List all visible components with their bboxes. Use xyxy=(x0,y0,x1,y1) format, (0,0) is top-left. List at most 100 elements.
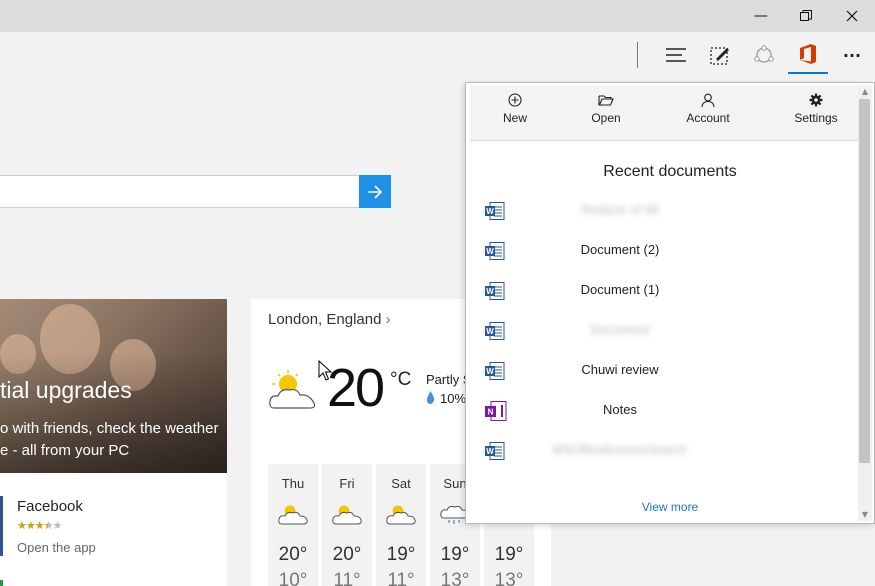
svg-text:W: W xyxy=(486,207,494,216)
plus-circle-icon xyxy=(508,93,522,107)
scroll-down-arrow[interactable]: ▼ xyxy=(858,509,872,521)
app-accent-bar xyxy=(0,496,3,556)
temperature-unit: °C xyxy=(390,369,412,390)
web-note-button[interactable] xyxy=(700,36,740,74)
forecast-low: 11° xyxy=(387,570,415,586)
list-item[interactable]: W Document (1) xyxy=(470,278,858,304)
account-label: Account xyxy=(686,111,730,125)
forecast-low: 13° xyxy=(494,570,524,586)
settings-label: Settings xyxy=(794,111,838,125)
partly-sunny-icon xyxy=(386,505,416,525)
document-name: Reduce of 96 xyxy=(581,202,659,217)
word-doc-icon: W xyxy=(485,282,505,300)
settings-button[interactable]: Settings xyxy=(790,93,842,135)
gear-icon xyxy=(809,93,823,107)
current-temperature: 20 xyxy=(327,358,385,418)
document-name: Document (2) xyxy=(580,242,660,257)
forecast-high: 19° xyxy=(386,544,416,565)
svg-text:W: W xyxy=(486,247,494,256)
forecast-day[interactable]: Sat 19° 11° xyxy=(376,464,426,586)
close-window-button[interactable] xyxy=(829,0,875,32)
close-icon xyxy=(846,10,858,22)
forecast-high: 19° xyxy=(440,544,470,565)
title-bar: — xyxy=(0,0,875,32)
forecast-high: 20° xyxy=(332,544,362,565)
onenote-doc-icon: N xyxy=(485,401,507,421)
office-button[interactable] xyxy=(788,36,828,74)
new-label: New xyxy=(502,111,527,125)
account-button[interactable]: Account xyxy=(682,93,734,135)
list-item[interactable]: W Reduce of 96 xyxy=(470,198,858,224)
forecast-low: 11° xyxy=(333,570,361,586)
browser-toolbar: ··· xyxy=(0,32,875,78)
search-submit-button[interactable] xyxy=(359,175,391,208)
scroll-up-arrow[interactable]: ▲ xyxy=(858,86,872,98)
list-item[interactable]: W Document xyxy=(470,318,858,344)
forecast-low: 10° xyxy=(278,570,308,586)
svg-text:N: N xyxy=(488,408,494,417)
word-doc-icon: W xyxy=(485,242,505,260)
list-item[interactable]: N Notes xyxy=(470,398,858,424)
minimize-icon: — xyxy=(754,8,768,24)
document-name: Document (1) xyxy=(580,282,660,297)
list-item[interactable]: W Document (2) xyxy=(470,238,858,264)
document-name: MSOfficelicenceSearch xyxy=(552,442,688,457)
news-subtitle-1: o with friends, check the weather xyxy=(0,420,219,437)
document-name: Notes xyxy=(603,402,637,417)
partly-sunny-icon xyxy=(269,370,316,409)
hub-icon xyxy=(666,48,686,62)
forecast-high: 20° xyxy=(278,544,308,565)
list-item[interactable]: W Chuwi review xyxy=(470,358,858,384)
word-doc-icon: W xyxy=(485,362,505,380)
list-item[interactable]: W MSOfficelicenceSearch xyxy=(470,438,858,464)
mouse-cursor-icon xyxy=(318,360,332,381)
weather-location[interactable]: London, England › xyxy=(268,311,391,328)
word-doc-icon: W xyxy=(485,442,505,460)
share-button[interactable] xyxy=(744,36,784,74)
app-rating: ★★★★★ ★★★★★ xyxy=(17,519,62,532)
star-rating-filled: ★★★★★ xyxy=(17,519,48,532)
restore-button[interactable] xyxy=(783,0,829,32)
search-input[interactable] xyxy=(0,175,360,208)
word-doc-icon: W xyxy=(485,202,505,220)
precipitation-chance: 10% xyxy=(440,391,467,406)
forecast-day-name: Sat xyxy=(391,476,411,491)
arrow-right-icon xyxy=(368,184,383,199)
forecast-day-name: Thu xyxy=(281,476,305,491)
forecast-day[interactable]: Fri 20° 11° xyxy=(322,464,372,586)
svg-text:W: W xyxy=(486,447,494,456)
web-note-icon xyxy=(710,47,729,65)
forecast-high: 19° xyxy=(494,544,524,565)
new-document-button[interactable]: New xyxy=(496,93,534,135)
more-button[interactable]: ··· xyxy=(832,36,872,74)
hub-button[interactable] xyxy=(656,36,696,74)
office-icon xyxy=(800,44,816,64)
svg-text:W: W xyxy=(486,287,494,296)
minimize-button[interactable]: — xyxy=(738,0,784,32)
view-more-link[interactable]: View more xyxy=(470,500,870,514)
app-name: Facebook xyxy=(17,498,83,515)
open-label: Open xyxy=(591,111,621,125)
open-document-button[interactable]: Open xyxy=(586,93,626,135)
word-doc-icon: W xyxy=(485,322,505,340)
location-label: London, England xyxy=(268,311,382,328)
open-app-link[interactable]: Open the app xyxy=(17,540,96,555)
person-icon xyxy=(701,93,715,107)
forecast-day-name: Fri xyxy=(339,476,355,491)
next-app-accent xyxy=(0,580,3,586)
document-name: Chuwi review xyxy=(581,362,659,377)
forecast-day[interactable]: Thu 20° 10° xyxy=(268,464,318,586)
folder-open-icon xyxy=(598,95,614,106)
more-icon: ··· xyxy=(842,45,862,65)
svg-text:W: W xyxy=(486,327,494,336)
partly-sunny-icon xyxy=(332,505,362,525)
document-name: Document xyxy=(590,322,650,337)
scrollbar-thumb[interactable] xyxy=(859,99,870,463)
svg-text:W: W xyxy=(486,367,494,376)
partly-sunny-icon xyxy=(278,505,308,525)
recent-documents-title: Recent documents xyxy=(603,163,737,180)
raindrop-icon xyxy=(426,391,435,404)
forecast-low: 13° xyxy=(440,570,470,586)
share-icon xyxy=(754,45,774,63)
news-subtitle-2: e - all from your PC xyxy=(0,442,130,459)
